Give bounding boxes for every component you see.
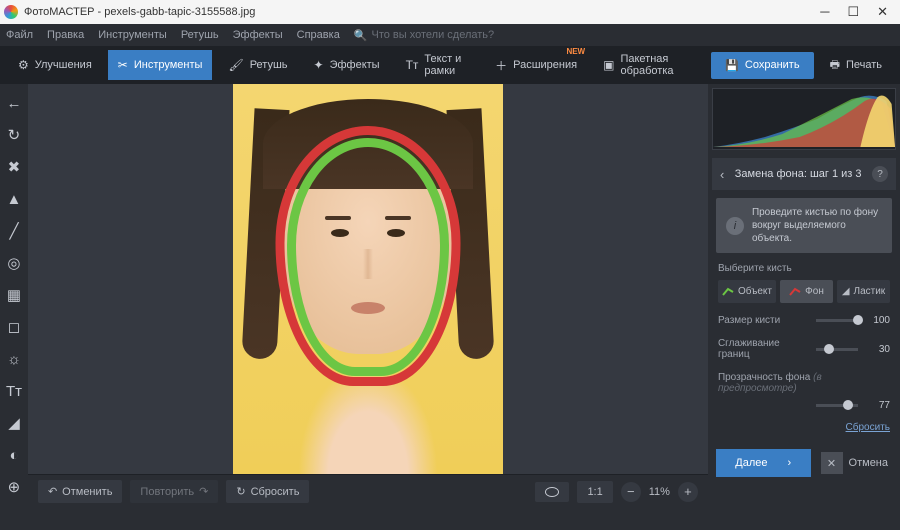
tab-batch[interactable]: ▣Пакетная обработка <box>593 45 699 85</box>
tab-enhance[interactable]: ⚙Улучшения <box>8 50 102 80</box>
menu-retouch[interactable]: Ретушь <box>181 29 219 41</box>
cancel-button[interactable]: ✕Отмена <box>817 449 892 477</box>
app-logo-icon <box>4 5 18 19</box>
bottombar: ↶Отменить Повторить↷ ↻Сбросить 1:1 − 11%… <box>28 474 708 508</box>
stack-icon: ▣ <box>603 58 614 72</box>
panel-back-button[interactable]: ‹ <box>720 167 724 182</box>
search-placeholder: Что вы хотели сделать? <box>372 29 495 41</box>
crop-icon: ✂ <box>118 58 128 72</box>
plus-icon: ＋ <box>495 57 507 74</box>
brush-green-icon <box>722 287 734 297</box>
smooth-slider[interactable] <box>816 348 858 351</box>
image-canvas <box>233 84 503 474</box>
save-button[interactable]: 💾Сохранить <box>711 52 813 79</box>
info-text: Проведите кистью по фону вокруг выделяем… <box>752 206 882 245</box>
zoom-out-button[interactable]: − <box>621 482 641 502</box>
eraser-icon: ◢ <box>842 286 850 297</box>
type-icon[interactable]: Tт <box>5 382 23 400</box>
tab-effects[interactable]: ✦Эффекты <box>304 50 390 80</box>
opacity-slider[interactable] <box>816 404 858 407</box>
zoom-in-button[interactable]: + <box>678 482 698 502</box>
zoom-controls: 1:1 − 11% + <box>535 481 698 503</box>
text-icon: Tт <box>406 58 419 72</box>
rotate-icon[interactable]: ↻ <box>5 126 23 144</box>
brush-eraser[interactable]: ◢Ластик <box>837 280 890 303</box>
brush-icon: 🖌 <box>228 58 243 72</box>
panel-title: Замена фона: шаг 1 из 3 <box>732 168 864 180</box>
reset-link[interactable]: Сбросить <box>846 422 890 433</box>
tab-text[interactable]: TтТекст и рамки <box>396 45 480 85</box>
object-marker <box>287 138 449 376</box>
save-icon: 💾 <box>725 59 739 72</box>
undo-icon: ↶ <box>48 485 57 498</box>
wand-icon: ✦ <box>314 58 324 72</box>
panel-header: ‹ Замена фона: шаг 1 из 3 ? <box>712 158 896 190</box>
minimize-button[interactable]: ─ <box>820 4 829 20</box>
left-toolbar: ← ↻ ✖ ▲ ╱ ◎ ▦ ◻ ☼ Tт ◢ ◐ ⊕ <box>0 84 28 508</box>
new-badge: NEW <box>566 47 585 56</box>
reset-button[interactable]: ↻Сбросить <box>226 480 309 503</box>
menubar: Файл Правка Инструменты Ретушь Эффекты С… <box>0 24 900 46</box>
vignette-icon[interactable]: ◻ <box>5 318 23 336</box>
info-box: i Проведите кистью по фону вокруг выделя… <box>716 198 892 253</box>
tab-retouch[interactable]: 🖌Ретушь <box>218 50 297 80</box>
undo-button[interactable]: ↶Отменить <box>38 480 122 503</box>
close-button[interactable]: ✕ <box>877 4 888 20</box>
heal-icon[interactable]: ✖ <box>5 158 23 176</box>
globe-icon[interactable]: ⊕ <box>5 478 23 496</box>
brush-background[interactable]: Фон <box>780 280 833 303</box>
bucket-icon[interactable]: ◢ <box>5 414 23 432</box>
toolbar: ⚙Улучшения ✂Инструменты 🖌Ретушь ✦Эффекты… <box>0 46 900 84</box>
next-button[interactable]: Далее› <box>716 449 811 477</box>
target-icon[interactable]: ◎ <box>5 254 23 272</box>
maximize-button[interactable]: ☐ <box>847 4 859 20</box>
search-icon: 🔍 <box>354 29 368 42</box>
tab-extensions[interactable]: ＋РасширенияNEW <box>485 49 587 82</box>
brush-label: Выберите кисть <box>718 263 890 274</box>
blur-icon[interactable]: ◐ <box>5 446 23 464</box>
reset-icon: ↻ <box>236 485 245 498</box>
size-slider[interactable] <box>816 319 858 322</box>
menu-help[interactable]: Справка <box>297 29 340 41</box>
sun-icon[interactable]: ☼ <box>5 350 23 368</box>
menu-tools[interactable]: Инструменты <box>98 29 167 41</box>
slider-opacity: Прозрачность фона (в предпросмотре) <box>708 366 900 400</box>
tab-tools[interactable]: ✂Инструменты <box>108 50 213 80</box>
sliders-icon: ⚙ <box>18 58 29 72</box>
zoom-value: 11% <box>649 486 670 498</box>
window-title: ФотоМАСТЕР - pexels-gabb-tapic-3155588.j… <box>24 6 820 18</box>
print-button[interactable]: 🖶Печать <box>820 49 892 82</box>
menu-edit[interactable]: Правка <box>47 29 84 41</box>
brush-red-icon <box>789 287 801 297</box>
menu-file[interactable]: Файл <box>6 29 33 41</box>
histogram <box>712 88 896 150</box>
pencil-icon[interactable]: ╱ <box>5 222 23 240</box>
slider-size: Размер кисти 100 <box>708 309 900 332</box>
print-icon: 🖶 <box>830 56 840 75</box>
right-panel: ‹ Замена фона: шаг 1 из 3 ? i Проведите … <box>708 84 900 508</box>
ratio-button[interactable]: 1:1 <box>577 481 612 503</box>
slider-smooth: Сглаживание границ 30 <box>708 332 900 366</box>
stamp-icon[interactable]: ▲ <box>5 190 23 208</box>
fit-icon <box>545 487 559 497</box>
menu-search[interactable]: 🔍 Что вы хотели сделать? <box>354 29 894 42</box>
chevron-right-icon: › <box>788 457 792 469</box>
menu-effects[interactable]: Эффекты <box>233 29 283 41</box>
fit-button[interactable] <box>535 482 569 502</box>
back-arrow-icon[interactable]: ← <box>5 94 23 112</box>
info-icon: i <box>726 217 744 235</box>
canvas-area[interactable] <box>28 84 708 474</box>
close-icon: ✕ <box>821 452 843 474</box>
brush-object[interactable]: Объект <box>718 280 776 303</box>
titlebar: ФотоМАСТЕР - pexels-gabb-tapic-3155588.j… <box>0 0 900 24</box>
grid-icon[interactable]: ▦ <box>5 286 23 304</box>
redo-button[interactable]: Повторить↷ <box>130 480 218 503</box>
help-button[interactable]: ? <box>872 166 888 182</box>
redo-icon: ↷ <box>199 485 208 498</box>
